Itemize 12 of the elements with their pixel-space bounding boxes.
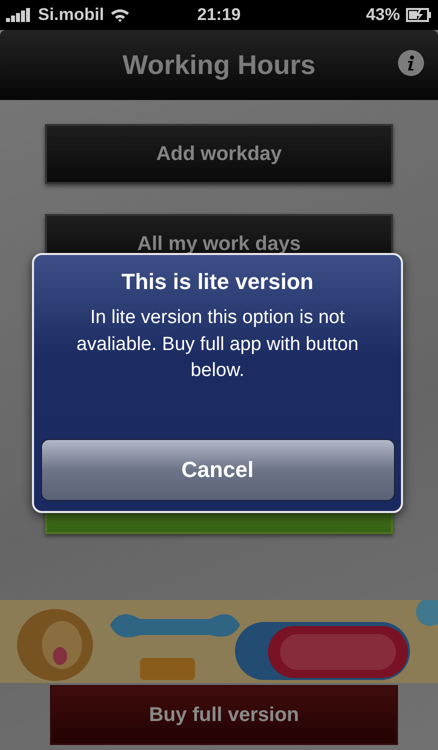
screen-title: Working Hours — [122, 50, 316, 80]
cancel-button[interactable]: Cancel — [40, 439, 394, 501]
wifi-icon — [110, 8, 130, 22]
buy-full-version-button[interactable]: Buy full version — [50, 685, 398, 745]
info-icon[interactable] — [398, 50, 424, 76]
clock-time: 21:19 — [197, 5, 241, 25]
menu-button[interactable]: Add workday — [45, 124, 393, 184]
signal-icon — [6, 8, 32, 22]
alert-message: In lite version this option is not avaliable. Buy full app with button below. — [75, 306, 360, 384]
battery-percent: 43% — [366, 5, 400, 25]
carrier-name: Si.mobil — [38, 5, 104, 25]
battery-charging-icon — [406, 8, 432, 22]
